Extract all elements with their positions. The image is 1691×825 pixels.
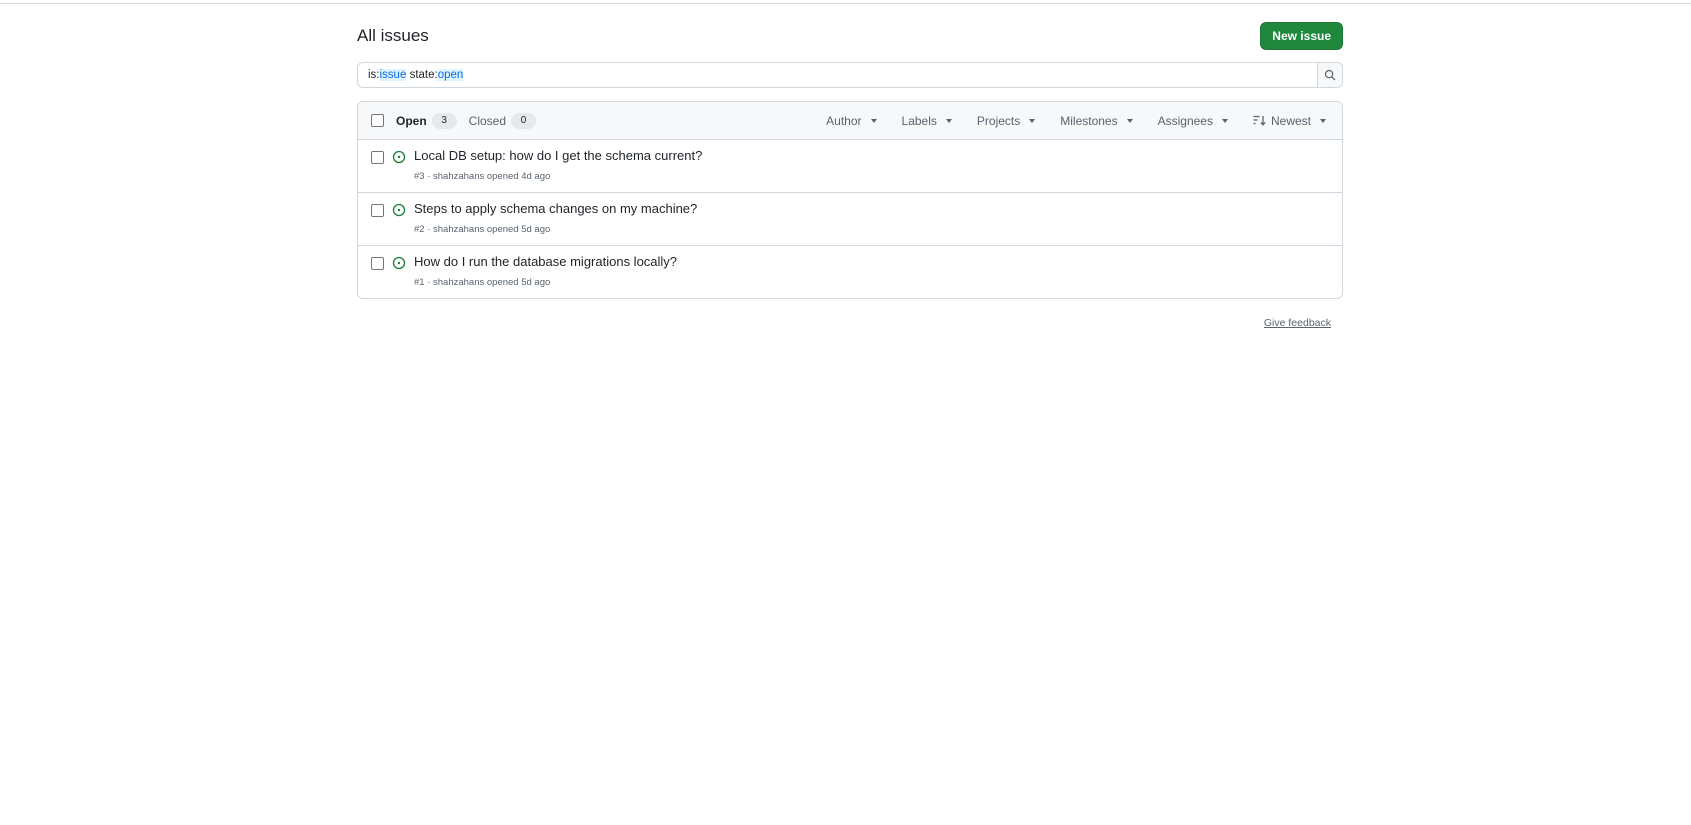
issue-row: Steps to apply schema changes on my mach… (358, 193, 1342, 246)
tab-closed-label: Closed (468, 113, 507, 128)
issues-list: Open 3 Closed 0 Author Labels Projects M… (357, 101, 1343, 299)
caret-down-icon (1126, 118, 1133, 123)
filter-label: Labels (901, 113, 937, 128)
page-header: All issues New issue (357, 22, 1343, 50)
search-token-key: is: (368, 69, 380, 81)
issue-open-icon (392, 150, 406, 164)
issue-open-icon (392, 203, 406, 217)
sort-label: Newest (1270, 113, 1311, 128)
search-button[interactable] (1317, 63, 1342, 87)
search-token-key: state: (409, 69, 438, 81)
open-count-badge: 3 (431, 112, 457, 129)
issue-row: Local DB setup: how do I get the schema … (358, 140, 1342, 193)
search-token-value: open (437, 69, 464, 81)
new-issue-button[interactable]: New issue (1260, 22, 1343, 50)
issues-list-header: Open 3 Closed 0 Author Labels Projects M… (358, 102, 1342, 140)
issue-checkbox[interactable] (371, 204, 384, 217)
filter-author[interactable]: Author (826, 113, 877, 128)
filter-label: Milestones (1060, 113, 1118, 128)
caret-down-icon (1221, 118, 1228, 123)
caret-down-icon (1320, 118, 1326, 123)
filter-label: Projects (976, 113, 1021, 128)
search-bar: is: issue state: open (357, 62, 1343, 88)
issue-title-link[interactable]: How do I run the database migrations loc… (414, 254, 677, 269)
caret-down-icon (945, 118, 952, 123)
filter-projects[interactable]: Projects (976, 113, 1036, 128)
issue-title-link[interactable]: Local DB setup: how do I get the schema … (414, 148, 702, 163)
filter-assignees[interactable]: Assignees (1158, 114, 1228, 128)
issue-checkbox[interactable] (371, 151, 384, 164)
caret-down-icon (1029, 118, 1036, 123)
search-input[interactable]: is: issue state: open (358, 63, 1317, 87)
sort-newest[interactable]: Newest (1253, 114, 1326, 128)
filter-label: Author (826, 113, 862, 128)
caret-down-icon (870, 118, 877, 123)
filter-milestones[interactable]: Milestones (1060, 113, 1133, 128)
top-border (0, 3, 1691, 4)
feedback-area: Give feedback (357, 313, 1343, 331)
issues-page: All issues New issue is: issue state: open… (357, 22, 1343, 331)
tab-open-label: Open (396, 113, 427, 128)
tab-open[interactable]: Open 3 (396, 112, 457, 129)
filter-bar: Author Labels Projects Milestones Assign… (801, 114, 1326, 128)
page-title: All issues (357, 26, 429, 45)
filter-label: Assignees (1157, 113, 1213, 128)
search-token-value: issue (379, 69, 407, 81)
sort-desc-icon (1253, 115, 1266, 126)
issue-row: How do I run the database migrations loc… (358, 246, 1342, 298)
issue-meta: #2 · shahzahans opened 5d ago (414, 224, 551, 235)
select-all-checkbox[interactable] (371, 114, 384, 127)
closed-count-badge: 0 (511, 112, 537, 129)
issue-meta: #1 · shahzahans opened 5d ago (414, 277, 551, 288)
give-feedback-link[interactable]: Give feedback (1264, 317, 1331, 329)
filter-labels[interactable]: Labels (902, 114, 952, 128)
issue-open-icon (392, 256, 406, 270)
issue-checkbox[interactable] (371, 257, 384, 270)
issue-title-link[interactable]: Steps to apply schema changes on my mach… (414, 201, 697, 216)
search-icon (1324, 69, 1336, 81)
issue-meta: #3 · shahzahans opened 4d ago (414, 171, 551, 182)
tab-closed[interactable]: Closed 0 (468, 112, 537, 129)
